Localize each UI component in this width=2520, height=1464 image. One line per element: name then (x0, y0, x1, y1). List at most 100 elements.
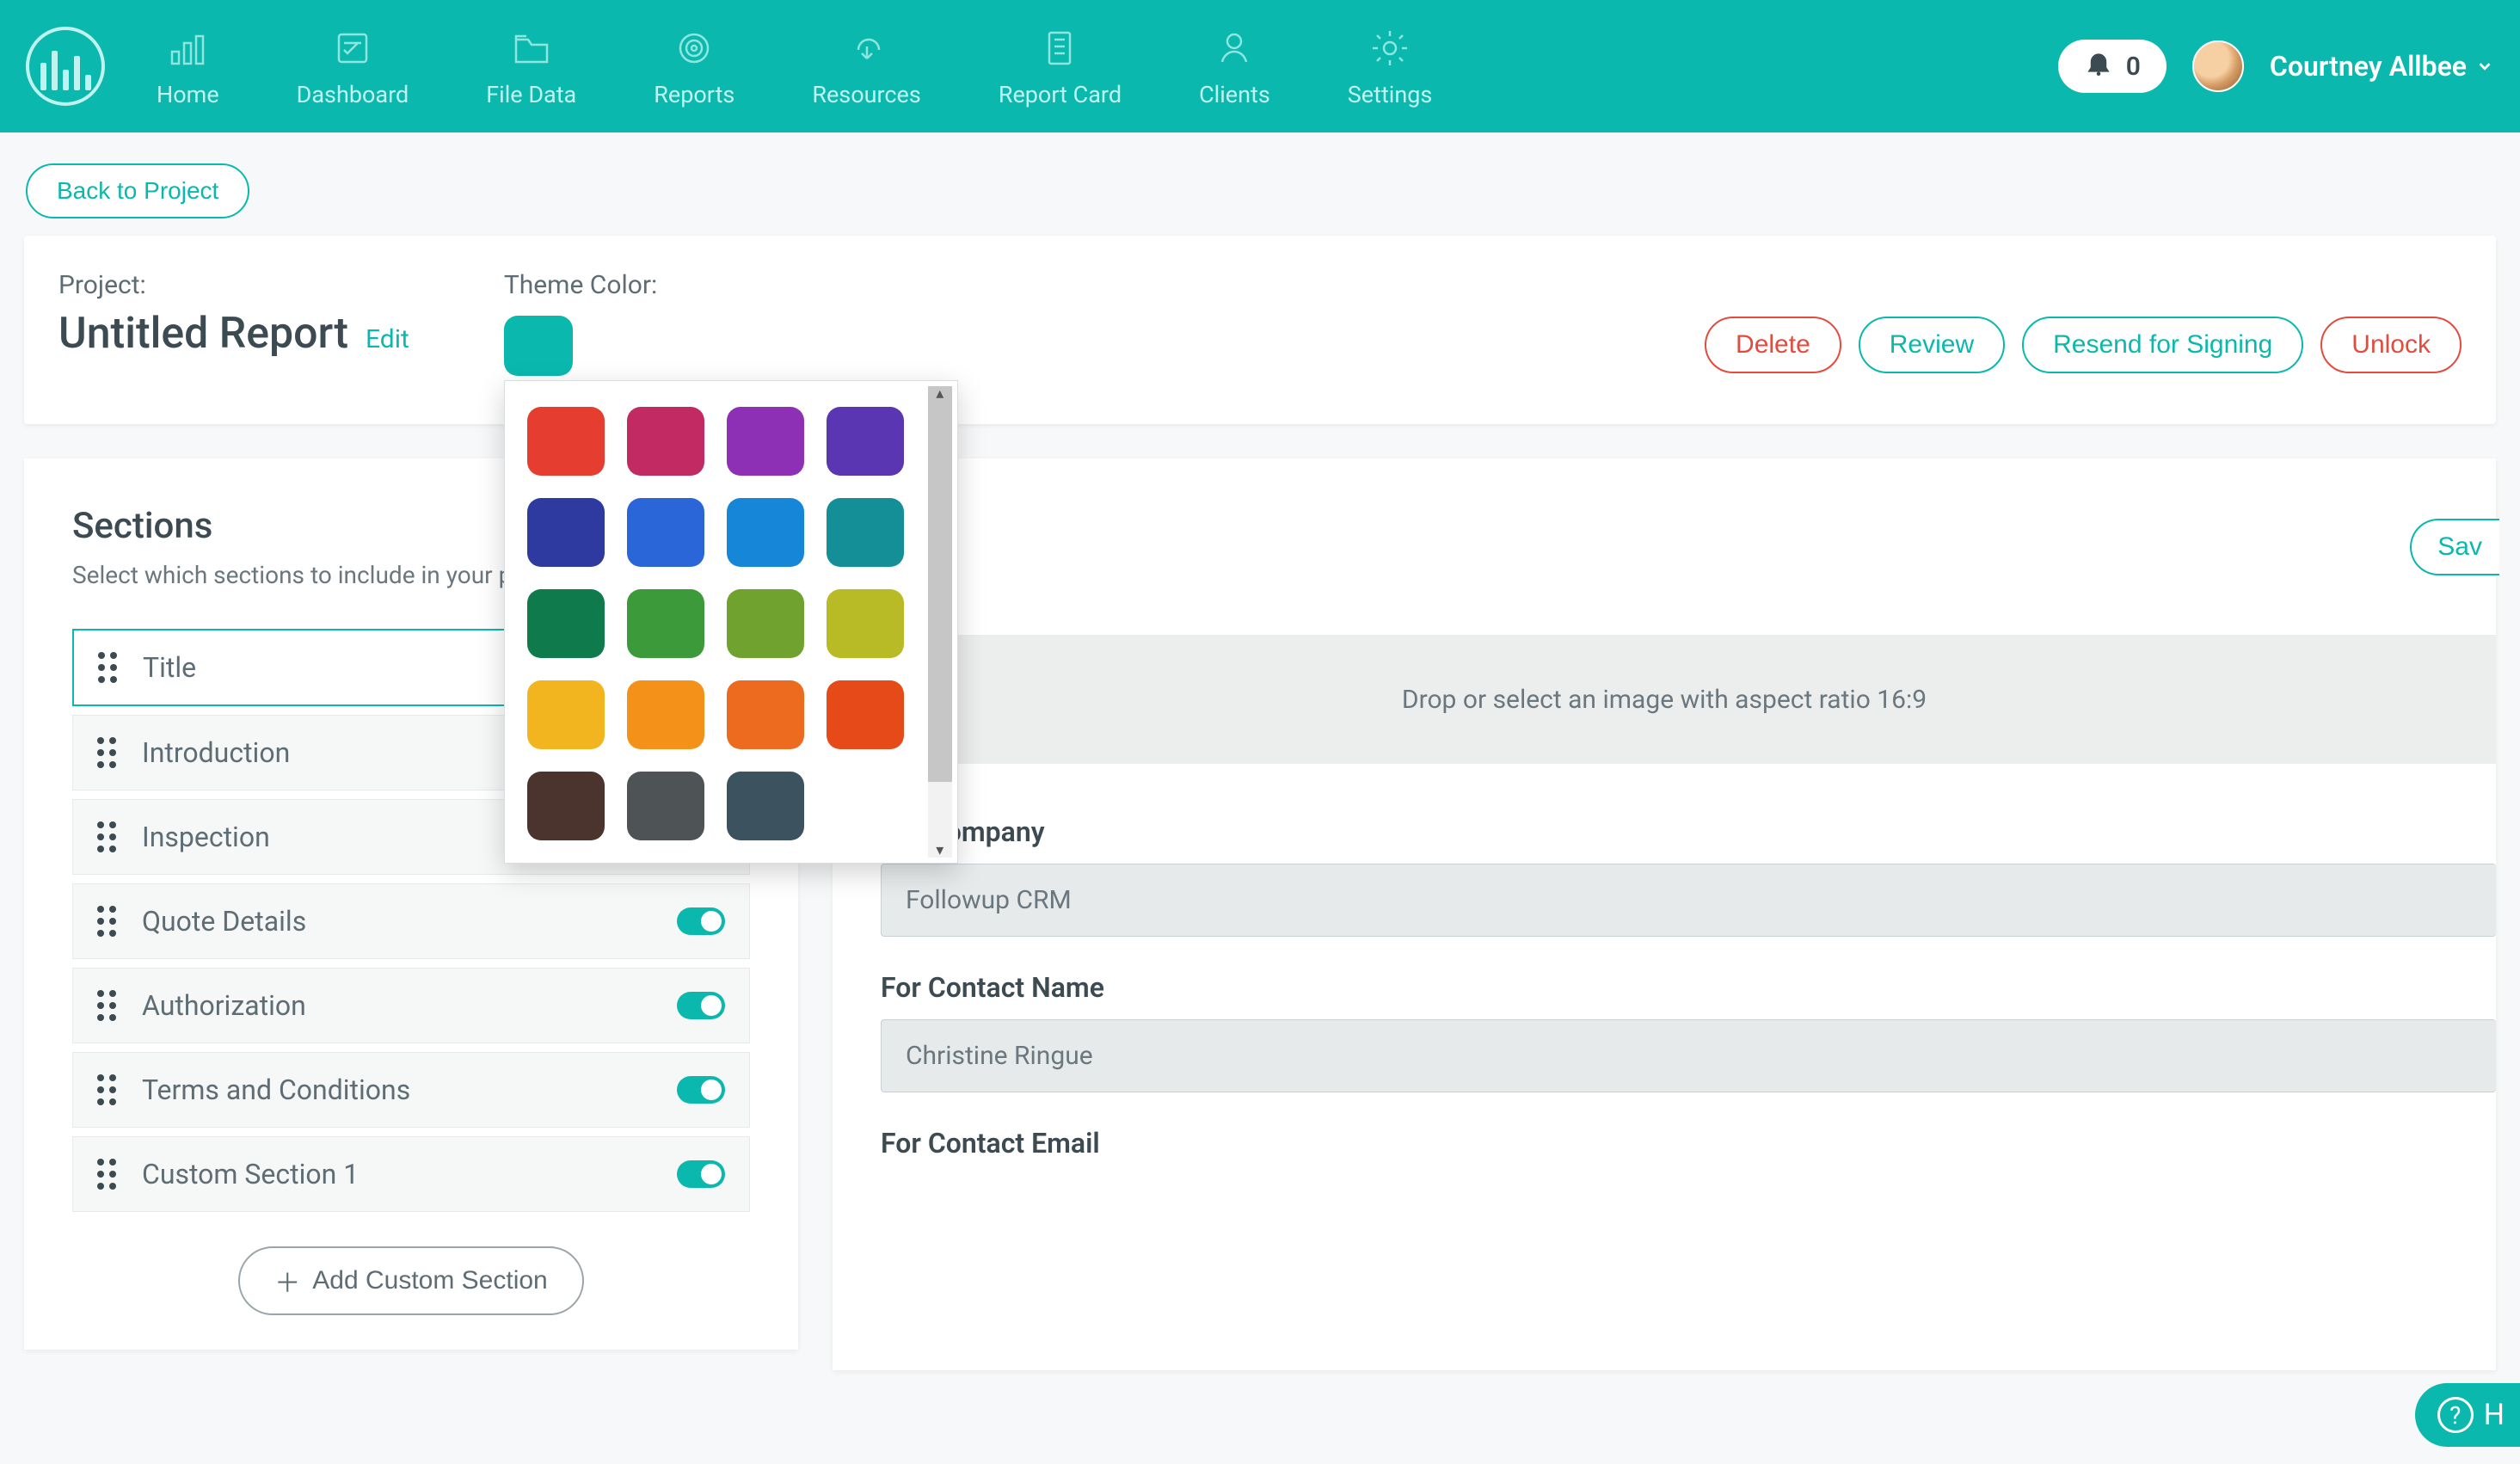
report-header-panel: Project: Untitled Report Edit Theme Colo… (24, 236, 2496, 424)
field-input[interactable]: Christine Ringue (881, 1019, 2496, 1092)
drag-handle-icon[interactable] (97, 1074, 116, 1105)
report-card-icon (1036, 24, 1084, 72)
nav-dashboard[interactable]: Dashboard (297, 24, 409, 108)
drag-handle-icon[interactable] (97, 821, 116, 852)
field-for-company: For Company Followup CRM (881, 815, 2496, 937)
save-button[interactable]: Sav (2410, 519, 2499, 575)
drag-handle-icon[interactable] (97, 990, 116, 1021)
color-swatch-11[interactable] (827, 589, 904, 658)
section-toggle[interactable] (677, 1076, 725, 1104)
section-label: Custom Section 1 (142, 1158, 651, 1190)
section-label: Quote Details (142, 905, 651, 938)
field-label: For Company (881, 815, 2496, 848)
nav-reports[interactable]: Reports (654, 24, 734, 108)
color-swatch-3[interactable] (827, 407, 904, 476)
report-title: Untitled Report (58, 309, 348, 359)
back-to-project-button[interactable]: Back to Project (26, 163, 249, 218)
color-swatch-8[interactable] (527, 589, 605, 658)
field-for-contact-email: For Contact Email (881, 1127, 2496, 1160)
color-picker-popover: ▴ ▾ (504, 380, 958, 864)
section-toggle[interactable] (677, 1160, 725, 1188)
help-icon: ? (2437, 1397, 2474, 1433)
theme-color-label: Theme Color: (504, 270, 657, 300)
nav-report-card[interactable]: Report Card (999, 24, 1122, 108)
help-button[interactable]: ? H (2415, 1383, 2520, 1447)
unlock-button[interactable]: Unlock (2320, 317, 2462, 373)
field-label: For Contact Name (881, 971, 2496, 1004)
nav-file-data[interactable]: File Data (486, 24, 576, 108)
user-menu[interactable]: Courtney Allbee (2270, 50, 2494, 83)
dashboard-icon (329, 24, 377, 72)
add-custom-section-button[interactable]: ＋ Add Custom Section (238, 1246, 583, 1315)
nav-home[interactable]: Home (157, 24, 219, 108)
bell-icon (2084, 48, 2113, 84)
review-button[interactable]: Review (1859, 317, 2005, 373)
color-swatch-4[interactable] (527, 498, 605, 567)
color-swatch-10[interactable] (727, 589, 804, 658)
nav-label: Clients (1199, 81, 1270, 108)
color-picker-scrollbar[interactable]: ▴ ▾ (928, 386, 952, 858)
section-item-authorization[interactable]: Authorization (72, 968, 750, 1043)
drag-handle-icon[interactable] (97, 737, 116, 768)
section-item-custom-section-1[interactable]: Custom Section 1 (72, 1136, 750, 1212)
scroll-up-arrow-icon[interactable]: ▴ (928, 384, 952, 403)
color-swatch-13[interactable] (627, 680, 704, 749)
color-swatch-9[interactable] (627, 589, 704, 658)
top-nav: Home Dashboard File Data Reports Resources Re… (0, 0, 2520, 132)
section-item-quote-details[interactable]: Quote Details (72, 883, 750, 959)
nav-label: Reports (654, 81, 734, 108)
nav-settings[interactable]: Settings (1348, 24, 1433, 108)
user-name-label: Courtney Allbee (2270, 50, 2467, 83)
nav-label: Settings (1348, 81, 1433, 108)
color-swatch-1[interactable] (627, 407, 704, 476)
color-swatch-7[interactable] (827, 498, 904, 567)
delete-button[interactable]: Delete (1705, 317, 1841, 373)
section-label: Authorization (142, 989, 651, 1022)
notifications-button[interactable]: 0 (2058, 40, 2167, 93)
help-label: H (2484, 1398, 2505, 1432)
avatar[interactable] (2192, 40, 2244, 92)
resources-icon (843, 24, 891, 72)
color-swatch-18[interactable] (727, 772, 804, 840)
home-icon (163, 24, 212, 72)
color-swatch-15[interactable] (827, 680, 904, 749)
field-for-contact-name: For Contact Name Christine Ringue (881, 971, 2496, 1092)
section-item-terms-and-conditions[interactable]: Terms and Conditions (72, 1052, 750, 1128)
section-label: Terms and Conditions (142, 1073, 651, 1106)
section-toggle[interactable] (677, 907, 725, 935)
drag-handle-icon[interactable] (97, 1159, 116, 1190)
plus-icon: ＋ (274, 1262, 300, 1300)
field-label: For Contact Email (881, 1127, 2496, 1160)
image-dropzone[interactable]: Drop or select an image with aspect rati… (833, 635, 2496, 764)
resend-for-signing-button[interactable]: Resend for Signing (2022, 317, 2303, 373)
drag-handle-icon[interactable] (98, 652, 117, 683)
nav-label: Resources (812, 81, 920, 108)
clients-icon (1210, 24, 1258, 72)
drag-handle-icon[interactable] (97, 906, 116, 937)
theme-color-swatch[interactable] (504, 316, 573, 376)
nav-resources[interactable]: Resources (812, 24, 920, 108)
color-swatch-0[interactable] (527, 407, 605, 476)
color-swatch-2[interactable] (727, 407, 804, 476)
edit-title-link[interactable]: Edit (366, 324, 409, 354)
project-label: Project: (58, 270, 409, 300)
logo-icon[interactable] (26, 27, 105, 106)
color-swatch-12[interactable] (527, 680, 605, 749)
file-data-icon (507, 24, 556, 72)
color-swatch-6[interactable] (727, 498, 804, 567)
section-toggle[interactable] (677, 992, 725, 1019)
nav-label: File Data (486, 81, 576, 108)
image-dropzone-text: Drop or select an image with aspect rati… (1402, 685, 1927, 715)
reports-icon (670, 24, 718, 72)
color-swatch-16[interactable] (527, 772, 605, 840)
color-swatch-14[interactable] (727, 680, 804, 749)
field-input[interactable]: Followup CRM (881, 864, 2496, 937)
scroll-down-arrow-icon[interactable]: ▾ (928, 841, 952, 859)
nav-label: Dashboard (297, 81, 409, 108)
color-swatch-5[interactable] (627, 498, 704, 567)
nav-clients[interactable]: Clients (1199, 24, 1270, 108)
nav-label: Home (157, 81, 219, 108)
color-swatch-17[interactable] (627, 772, 704, 840)
add-custom-section-label: Add Custom Section (312, 1266, 547, 1295)
content-panel: ntent it Sav Drop or select an image wit… (833, 458, 2496, 1370)
